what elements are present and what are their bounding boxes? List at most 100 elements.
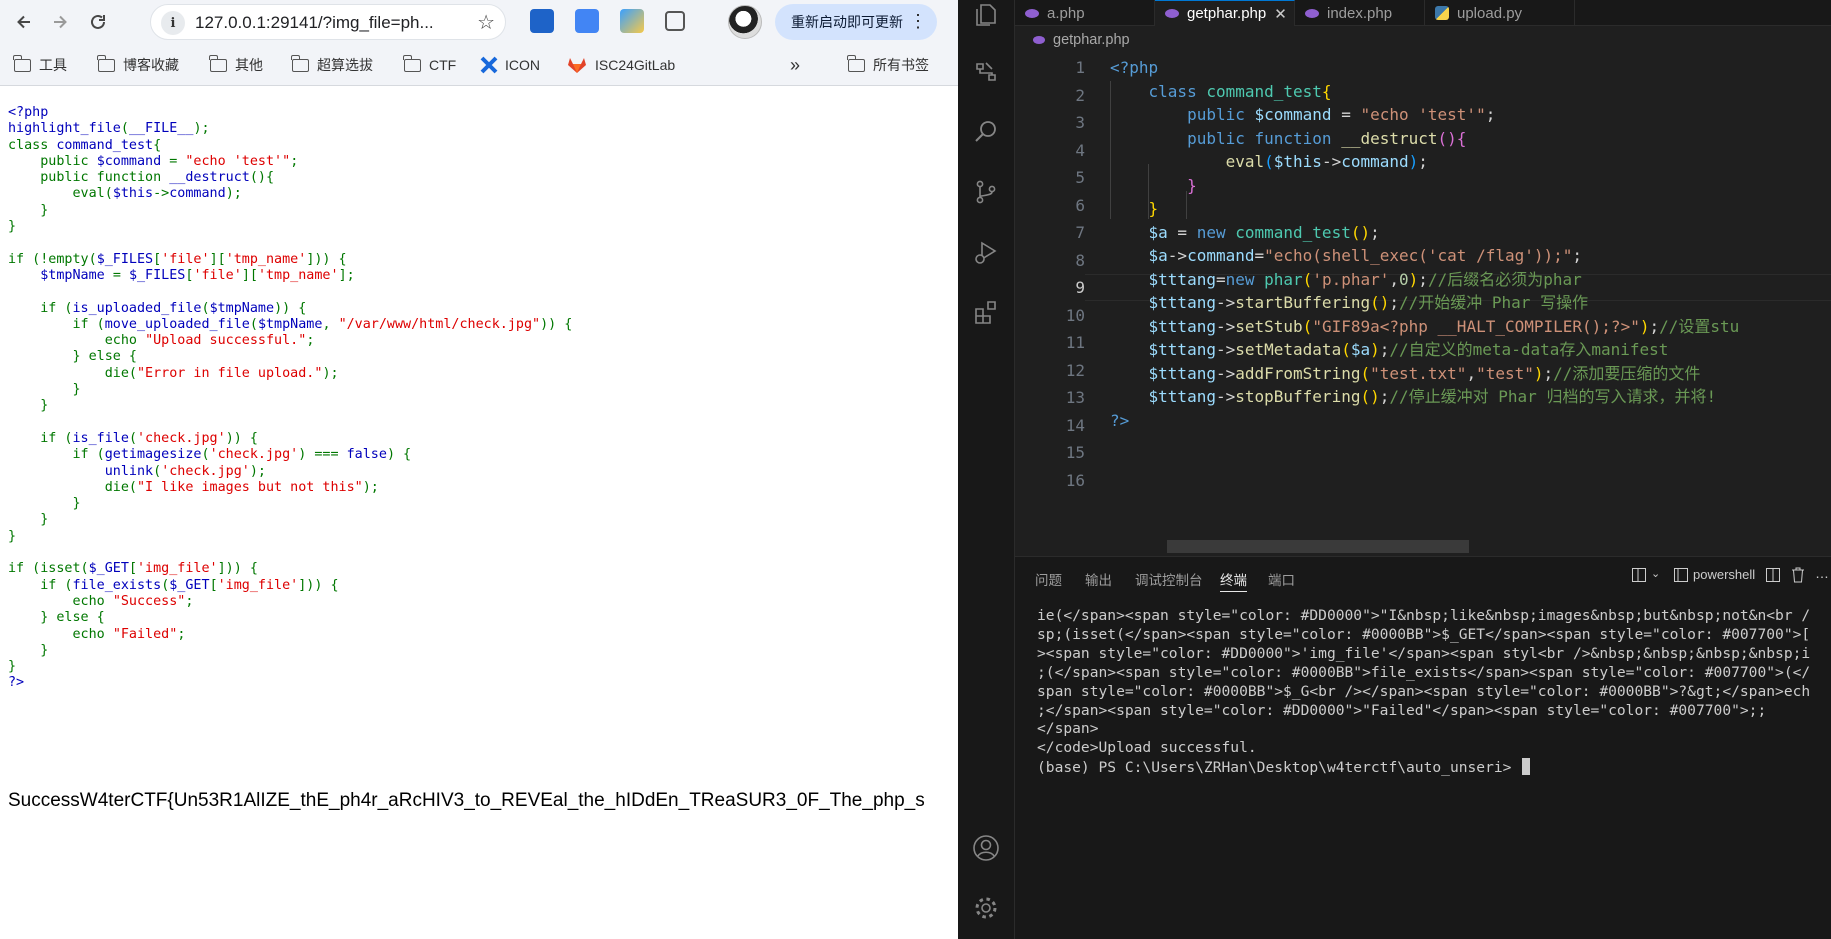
code-line: class command_test{ — [1110, 78, 1739, 102]
bookmark-folder-ctf[interactable]: CTF — [403, 54, 456, 76]
line-number: 11 — [1065, 333, 1085, 352]
split-layout-icon[interactable] — [1631, 567, 1647, 586]
code-token: 'p.phar' — [1312, 269, 1390, 289]
source-token: 'tmp_name' — [257, 267, 339, 283]
back-button[interactable] — [8, 6, 40, 38]
bookmark-gitlab[interactable]: ISC24GitLab — [567, 54, 675, 76]
gitlab-icon — [568, 58, 586, 73]
address-bar[interactable]: i 127.0.0.1:29141/?img_file=ph... ☆ — [150, 4, 506, 40]
close-icon[interactable]: ✕ — [1274, 5, 1287, 23]
terminal-output[interactable]: ie(</span><span style="color: #DD0000">"… — [1037, 607, 1810, 778]
code-token: ; — [1418, 269, 1428, 289]
manage-settings-button[interactable] — [971, 893, 1001, 923]
code-line: $tttang->startBuffering();//开始缓冲 Phar 写操… — [1110, 289, 1739, 313]
code-token: = — [1167, 222, 1197, 242]
code-token: //自定义的meta-data存入manifest — [1389, 340, 1669, 359]
code-token: -> — [1167, 246, 1188, 265]
bookmark-label: 其他 — [235, 57, 263, 73]
terminal-line: (base) PS C:\Users\ZRHan\Desktop\w4terct… — [1037, 759, 1521, 777]
bookmark-folder-other[interactable]: 其他 — [209, 54, 263, 76]
panel-tab-debug-console[interactable]: 调试控制台 — [1135, 569, 1203, 589]
profile-avatar[interactable] — [728, 5, 762, 39]
all-bookmarks-button[interactable]: 所有书签 — [847, 54, 929, 76]
tab-index-php[interactable]: index.php — [1295, 0, 1425, 26]
source-token: { — [153, 137, 162, 153]
code-token: phar — [1264, 269, 1303, 289]
folder-icon — [13, 54, 31, 72]
bookmark-folder-supercomputing[interactable]: 超算选拔 — [291, 54, 373, 76]
trash-icon[interactable] — [1791, 567, 1805, 586]
source-token: 'file' — [193, 267, 242, 283]
chevron-down-icon[interactable]: ⌄ — [1651, 567, 1660, 580]
source-control-button[interactable] — [971, 177, 1001, 207]
panel-tab-terminal[interactable]: 终端 — [1220, 569, 1247, 592]
code-line: $tttang->setMetadata($a);//自定义的meta-data… — [1110, 336, 1739, 360]
php-file-icon — [1025, 8, 1039, 18]
source-token: ; — [185, 593, 194, 609]
terminal-shell-name[interactable]: powershell — [1693, 567, 1755, 582]
php-file-icon — [1033, 36, 1045, 44]
code-token: new — [1196, 222, 1236, 242]
source-token: file_exists — [72, 577, 162, 593]
source-token: if ( — [8, 300, 73, 316]
terminal-line: ie(</span><span style="color: #DD0000">"… — [1037, 607, 1811, 624]
code-token: $command — [1254, 105, 1332, 124]
source-token: highlight_file — [8, 121, 121, 137]
source-token: } else { — [8, 349, 137, 365]
code-token: setStub — [1235, 316, 1303, 336]
explorer-button[interactable] — [971, 0, 1001, 30]
source-line: } — [8, 380, 572, 397]
source-token: ; — [177, 626, 186, 642]
accounts-button[interactable] — [971, 833, 1001, 863]
source-token: } else { — [8, 610, 105, 626]
more-menu-icon[interactable]: ⋮ — [909, 11, 927, 32]
split-terminal-icon[interactable] — [1765, 567, 1781, 586]
code-editor[interactable]: 1 2 3 4 5 6 7 8 9 10 11 12 13 14 15 16 <?php class comm… — [1015, 54, 1831, 554]
source-token: ?> — [8, 675, 25, 691]
run-debug-button[interactable] — [971, 237, 1001, 267]
more-actions-icon[interactable]: … — [1815, 565, 1829, 581]
horizontal-scrollbar[interactable] — [1167, 540, 1469, 553]
folder-icon — [847, 54, 865, 72]
code-token: $tttang — [1148, 316, 1216, 336]
bookmarks-overflow-button[interactable]: » — [790, 54, 800, 76]
browser-toolbar: i 127.0.0.1:29141/?img_file=ph... ☆ 重新启动… — [0, 0, 958, 44]
gear-icon — [975, 897, 997, 919]
panel-tab-problems[interactable]: 问题 — [1035, 569, 1062, 589]
code-line: } — [1110, 172, 1739, 196]
forward-button[interactable] — [44, 6, 76, 38]
code-token: -> — [1321, 152, 1342, 171]
source-line: ?> — [8, 673, 572, 691]
extensions-button[interactable] — [971, 297, 1001, 327]
download-extension-icon[interactable] — [530, 9, 554, 33]
panel-tab-output[interactable]: 输出 — [1085, 569, 1112, 589]
code-text[interactable]: <?php class command_test{ public $comman… — [1110, 54, 1739, 430]
tab-upload-py[interactable]: upload.py — [1425, 0, 1575, 26]
tab-label: upload.py — [1457, 4, 1523, 22]
bookmark-folder-blogs[interactable]: 博客收藏 — [97, 54, 179, 76]
bookmark-icon-site[interactable]: ICON — [480, 54, 540, 76]
reload-button[interactable] — [82, 6, 114, 38]
file-extension-icon[interactable] — [620, 9, 644, 33]
source-token: $_FILES — [128, 267, 186, 283]
code-token: ( — [1360, 363, 1371, 383]
source-token: (){ — [249, 170, 275, 186]
translate-extension-icon[interactable] — [575, 9, 599, 33]
site-info-icon[interactable]: i — [161, 11, 185, 35]
bookmark-star-icon[interactable]: ☆ — [477, 10, 495, 34]
source-token: ); — [193, 121, 210, 137]
tab-getphar-php[interactable]: getphar.php ✕ — [1155, 0, 1295, 26]
source-token: "Success" — [112, 593, 186, 609]
update-restart-button[interactable]: 重新启动即可更新 ⋮ — [775, 4, 937, 40]
source-graph-button[interactable] — [971, 57, 1001, 87]
source-line: if (getimagesize('check.jpg') === false)… — [8, 445, 572, 462]
breadcrumb[interactable]: getphar.php — [1015, 26, 1831, 54]
panel-tab-ports[interactable]: 端口 — [1268, 569, 1295, 589]
bookmark-folder-tools[interactable]: 工具 — [13, 54, 67, 76]
extensions-puzzle-icon[interactable] — [665, 11, 685, 31]
search-button[interactable] — [971, 117, 1001, 147]
source-token: -> — [153, 186, 170, 202]
terminal-line: sp;(isset(</span><span style="color: #00… — [1037, 625, 1811, 643]
tab-a-php[interactable]: a.php — [1015, 0, 1155, 26]
